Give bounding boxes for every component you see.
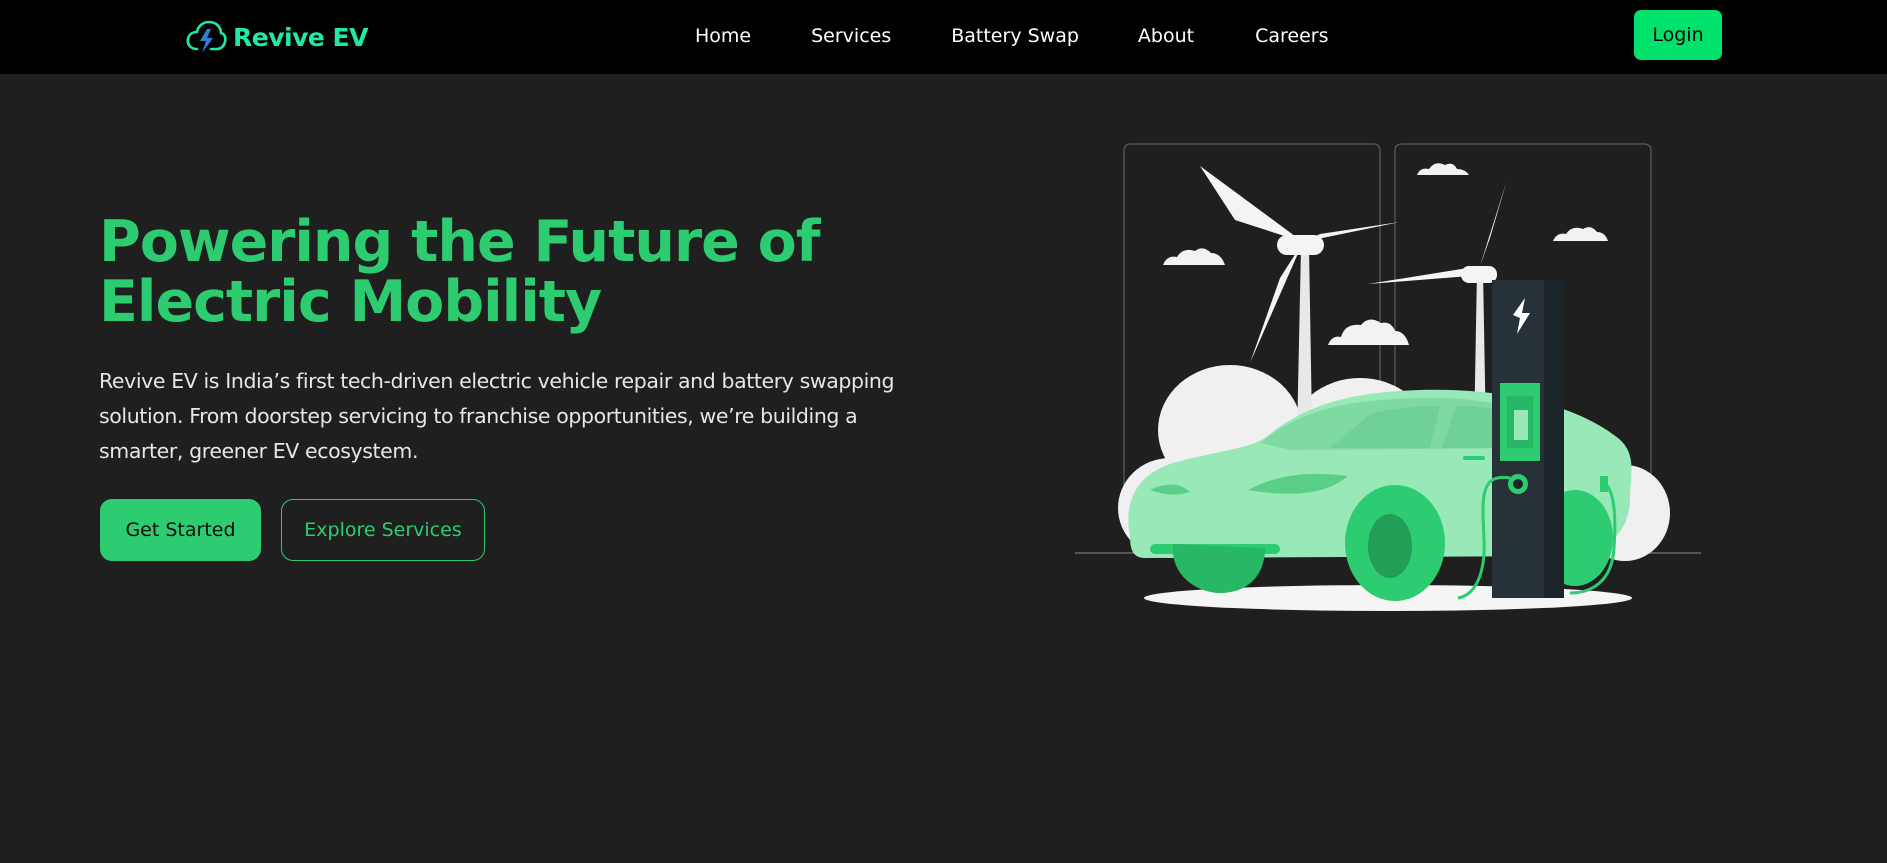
explore-services-button[interactable]: Explore Services — [281, 499, 485, 561]
ev-charging-station-illustration — [1075, 143, 1701, 611]
nav-link-services[interactable]: Services — [811, 22, 891, 50]
hero-title: Powering the Future of Electric Mobility — [99, 209, 821, 335]
nav-link-about[interactable]: About — [1138, 22, 1194, 50]
nav-link-careers[interactable]: Careers — [1255, 22, 1328, 50]
navbar: Revive EV Home Services Battery Swap Abo… — [0, 0, 1887, 74]
brand-name: Revive EV — [233, 22, 368, 52]
main-nav: Home Services Battery Swap About Careers — [695, 22, 1329, 50]
brand-logo-link[interactable]: Revive EV — [185, 17, 368, 57]
hero-description: Revive EV is India’s first tech-driven e… — [99, 369, 895, 463]
nav-link-home[interactable]: Home — [695, 22, 751, 50]
get-started-button[interactable]: Get Started — [100, 499, 261, 561]
login-button[interactable]: Login — [1634, 10, 1722, 60]
nav-link-battery-swap[interactable]: Battery Swap — [951, 22, 1079, 50]
lightning-cloud-icon — [186, 20, 227, 53]
